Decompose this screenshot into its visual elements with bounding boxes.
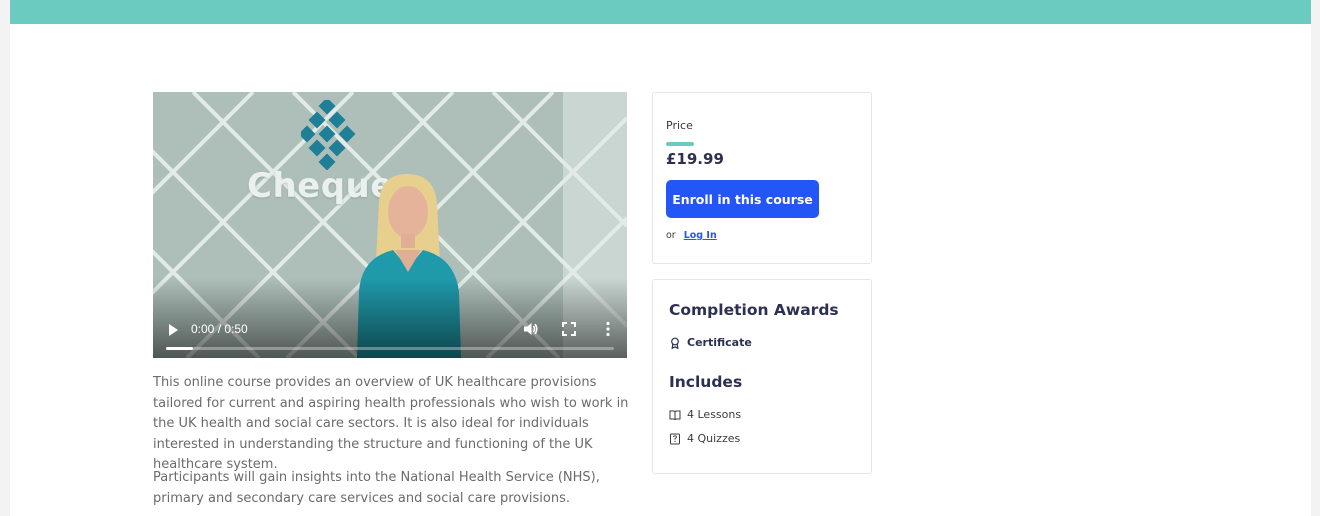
play-icon[interactable] — [166, 323, 180, 337]
price-card: Price £19.99 Enroll in this course or Log… — [652, 92, 872, 264]
more-vertical-icon[interactable] — [603, 321, 613, 337]
quiz-icon — [669, 433, 681, 445]
enroll-button[interactable]: Enroll in this course — [666, 180, 819, 218]
price-accent-bar — [666, 142, 694, 146]
course-description-paragraph: Participants will gain insights into the… — [153, 468, 631, 509]
award-icon — [669, 337, 681, 349]
completion-awards-heading: Completion Awards — [669, 301, 839, 319]
lessons-item: 4 Lessons — [669, 408, 741, 421]
video-progress-fill — [166, 347, 193, 350]
login-prompt: or Log In — [666, 230, 717, 241]
quizzes-item: 4 Quizzes — [669, 432, 740, 445]
fullscreen-icon[interactable] — [562, 322, 576, 336]
price-label: Price — [666, 119, 693, 132]
video-time: 0:00 / 0:50 — [191, 322, 248, 336]
certificate-label: Certificate — [687, 336, 752, 349]
video-controls: 0:00 / 0:50 — [153, 308, 627, 358]
quizzes-label: 4 Quizzes — [687, 432, 740, 445]
course-awards-card: Completion Awards Certificate Includes 4… — [652, 279, 872, 474]
top-banner — [10, 0, 1311, 24]
volume-icon[interactable] — [523, 321, 539, 337]
course-description-paragraph: This online course provides an overview … — [153, 373, 631, 476]
or-text: or — [666, 230, 676, 241]
course-video[interactable]: Chequer 0:00 / 0:50 — [153, 92, 627, 358]
includes-heading: Includes — [669, 373, 742, 391]
login-link[interactable]: Log In — [684, 230, 717, 241]
lessons-label: 4 Lessons — [687, 408, 741, 421]
certificate-item: Certificate — [669, 336, 752, 349]
price-value: £19.99 — [666, 150, 724, 168]
video-progress-bar[interactable] — [166, 347, 614, 350]
book-icon — [669, 409, 681, 421]
brand-logo-icon — [301, 100, 357, 170]
